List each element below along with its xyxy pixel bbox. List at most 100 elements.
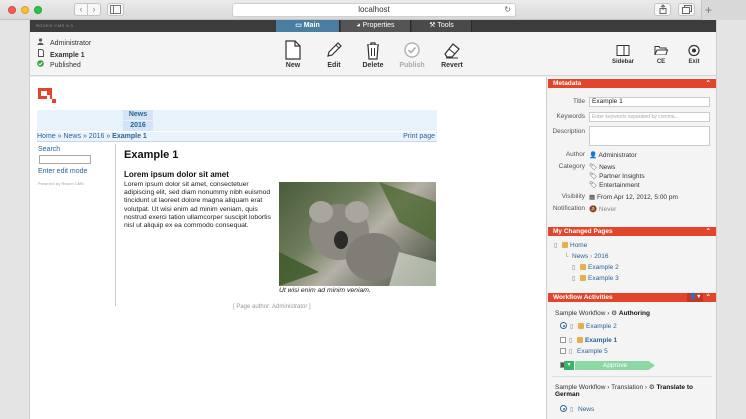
collapse-icon[interactable]: ⌃	[706, 293, 711, 302]
reload-icon[interactable]: ↻	[504, 4, 511, 16]
ce-label: CE	[656, 59, 666, 65]
publish-button[interactable]: Publish	[395, 40, 429, 69]
workflow-item-example-2[interactable]: ▯ Example 2	[560, 322, 617, 330]
search-input[interactable]	[39, 155, 91, 164]
cms-sidebar: Metadata ⌃ Title Example 1 Keywords Ente…	[548, 77, 716, 419]
exit-label: Exit	[688, 59, 700, 65]
changed-pages-panel-header[interactable]: My Changed Pages ⌃	[548, 227, 716, 236]
page-icon: ▯	[570, 407, 574, 413]
approve-dropdown-icon[interactable]: ▾	[564, 361, 574, 370]
page-link: 2016	[594, 253, 609, 260]
trash-icon	[367, 42, 379, 60]
edit-button[interactable]: Edit	[317, 40, 351, 69]
workflow-item-news[interactable]: ▯ News	[560, 405, 594, 413]
back-button[interactable]: ‹	[74, 3, 88, 16]
tabs-overview-icon[interactable]	[678, 3, 695, 16]
checkbox[interactable]	[560, 337, 566, 343]
delete-button[interactable]: Delete	[356, 40, 390, 69]
keywords-input[interactable]: Enter keywords separated by comma...	[589, 112, 710, 122]
monitor-icon: ▭	[295, 22, 304, 29]
edit-lock-icon	[580, 275, 586, 281]
category-name: Entertainment	[599, 182, 640, 189]
current-page: Example 1	[36, 49, 85, 59]
sidebar-button[interactable]: Sidebar	[610, 44, 636, 65]
edit-lock-icon	[562, 242, 568, 248]
site-logo-icon[interactable]	[38, 88, 56, 103]
ce-button[interactable]: CE	[648, 44, 674, 65]
tag-icon: 🏷	[589, 182, 600, 189]
new-tab-button[interactable]: +	[701, 0, 746, 20]
publish-check-icon	[404, 42, 420, 58]
tab-main[interactable]: ▭ Main	[276, 20, 340, 32]
nav-item-news[interactable]: News	[123, 110, 153, 120]
radio-button[interactable]	[560, 322, 567, 329]
breadcrumb-news[interactable]: News	[63, 133, 81, 140]
gear-icon: ⚙	[648, 384, 655, 391]
workflow-users-button[interactable]: 👤▾	[687, 293, 703, 302]
url-text: localhost	[358, 5, 390, 14]
workflow-item-example-5[interactable]: ▯ Example 5	[560, 348, 608, 355]
workflow-name: Sample Workflow	[555, 310, 606, 317]
workflow-panel-header[interactable]: Workflow Activities 👤▾ ⌃	[548, 293, 716, 302]
metadata-panel-header[interactable]: Metadata ⌃	[548, 79, 716, 88]
collapse-icon[interactable]: ⌃	[706, 79, 711, 88]
radio-button[interactable]	[560, 405, 567, 412]
exit-icon	[688, 44, 700, 57]
window-margin-right	[716, 20, 746, 419]
share-icon[interactable]	[654, 3, 671, 16]
tab-tools[interactable]: ⚒ Tools	[412, 20, 472, 32]
description-textarea[interactable]	[589, 126, 710, 146]
category-name: News	[599, 164, 616, 171]
changed-page-home[interactable]: ▯ Home	[554, 242, 587, 249]
page-author: [ Page author: Administrator ]	[233, 304, 311, 310]
exit-button[interactable]: Exit	[681, 44, 707, 65]
title-input[interactable]: Example 1	[589, 97, 710, 107]
edit-lock-icon	[580, 264, 586, 270]
bell-off-icon: 🔕	[589, 206, 599, 213]
tab-properties[interactable]: ◕ Properties	[341, 20, 411, 32]
article-body: Lorem ipsum dolor sit amet, consectetuer…	[124, 181, 271, 230]
revert-label: Revert	[441, 62, 463, 69]
page-icon: ▯	[554, 243, 558, 249]
category-name: Partner Insights	[599, 173, 645, 180]
new-button[interactable]: New	[276, 40, 310, 69]
collapse-icon[interactable]: ⌃	[706, 227, 711, 236]
address-bar[interactable]: localhost ↻	[232, 3, 516, 17]
changed-page-example-3[interactable]: ▯ Example 3	[572, 275, 619, 282]
enter-edit-mode-link[interactable]: Enter edit mode	[38, 168, 87, 175]
cms-tab-bar: ROXEN CMS 6.0 ▭ Main ◕ Properties ⚒ Tool…	[30, 20, 716, 32]
user-icon	[36, 38, 45, 49]
current-user: Administrator	[36, 38, 91, 48]
nav-item-2016[interactable]: 2016	[123, 121, 153, 131]
changed-page-news[interactable]: └ News › 2016	[564, 253, 609, 260]
zoom-window-button[interactable]	[34, 6, 42, 14]
breadcrumb-home[interactable]: Home	[37, 133, 56, 140]
revert-button[interactable]: Revert	[435, 40, 469, 69]
page-icon: ▯	[569, 338, 573, 344]
publish-status: Published	[36, 60, 81, 70]
changed-page-example-2[interactable]: ▯ Example 2	[572, 264, 619, 271]
visibility-value[interactable]: ▦ From Apr 12, 2012, 5:00 pm	[589, 193, 678, 201]
check-circle-icon	[36, 60, 45, 71]
page-link: Example 2	[588, 264, 619, 271]
tab-main-label: Main	[303, 22, 320, 29]
approve-button[interactable]: Approve	[575, 361, 655, 370]
checkbox[interactable]	[560, 348, 566, 354]
close-window-button[interactable]	[8, 6, 16, 14]
print-page-link[interactable]: Print page	[403, 132, 435, 142]
breadcrumb-2016[interactable]: 2016	[89, 133, 105, 140]
sidebar-toggle-icon[interactable]	[107, 3, 124, 16]
forward-button[interactable]: ›	[87, 3, 101, 16]
workflow-item-example-1[interactable]: ▯ Example 1	[560, 337, 617, 344]
edit-label: Edit	[327, 62, 341, 69]
minimize-window-button[interactable]	[21, 6, 29, 14]
breadcrumb: Home » News » 2016 » Example 1 Print pag…	[37, 132, 437, 142]
page-link: News	[578, 406, 595, 413]
workflow-sub: Translation	[611, 384, 644, 391]
notification-value[interactable]: 🔕 Never	[589, 205, 616, 213]
breadcrumb-current[interactable]: Example 1	[112, 133, 147, 140]
category-label: Category	[558, 163, 585, 170]
cms-toolbar: Administrator Example 1 Published New Ed…	[30, 32, 716, 76]
page-link: Example 5	[577, 348, 608, 355]
calendar-icon: ▦	[589, 194, 597, 201]
